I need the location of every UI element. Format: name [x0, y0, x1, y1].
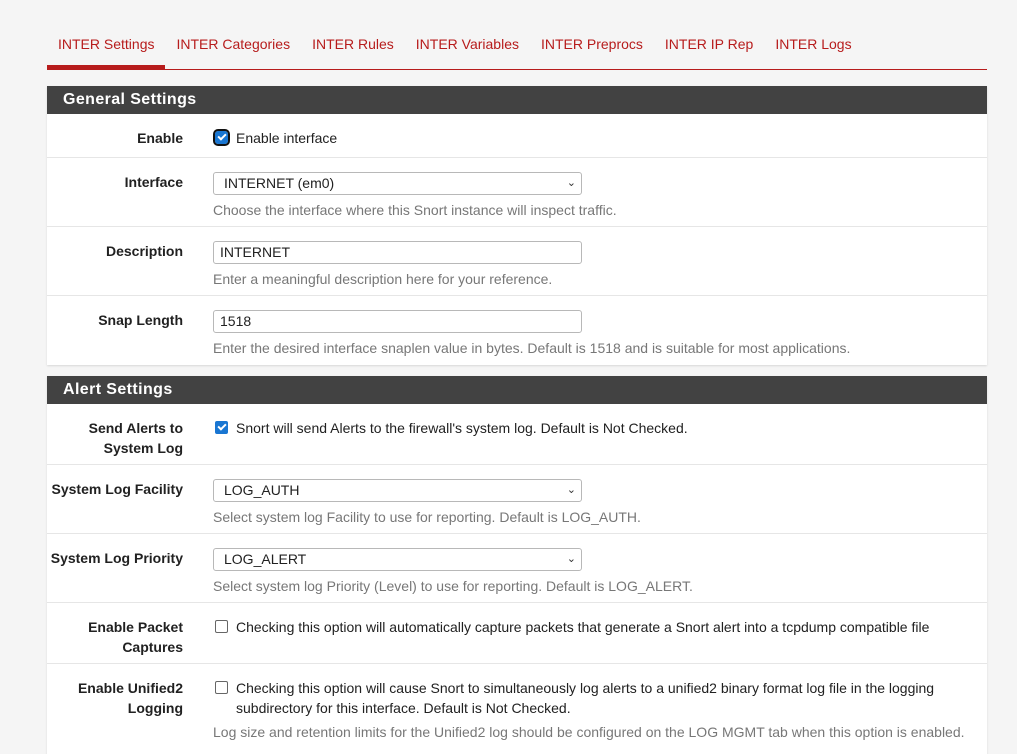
enable-interface-text: Enable interface: [236, 130, 338, 146]
snap-length-label: Snap Length: [98, 312, 183, 328]
tab-inter-settings[interactable]: INTER Settings: [47, 28, 166, 69]
interface-row: Interface INTERNET (em0) ⌄ Choose the in…: [47, 158, 987, 227]
unified2-text: Checking this option will cause Snort to…: [236, 680, 935, 716]
unified2-checkbox[interactable]: [215, 681, 228, 694]
interface-select[interactable]: INTERNET (em0) ⌄: [213, 172, 582, 195]
tab-inter-categories[interactable]: INTER Categories: [165, 28, 301, 69]
snap-length-help: Enter the desired interface snaplen valu…: [213, 340, 851, 356]
interface-select-value: INTERNET (em0): [224, 175, 335, 191]
chevron-down-icon: ⌄: [566, 553, 576, 565]
enable-label: Enable: [137, 130, 183, 146]
interface-help: Choose the interface where this Snort in…: [213, 202, 617, 218]
facility-select-value: LOG_AUTH: [224, 482, 300, 498]
snap-length-row: Snap Length 1518 Enter the desired inter…: [47, 296, 987, 365]
snap-length-input[interactable]: 1518: [213, 310, 582, 333]
tab-inter-ip-rep[interactable]: INTER IP Rep: [654, 28, 764, 69]
tab-inter-rules[interactable]: INTER Rules: [301, 28, 405, 69]
priority-select-value: LOG_ALERT: [224, 551, 307, 567]
packet-captures-checkbox[interactable]: [215, 620, 228, 633]
description-help: Enter a meaningful description here for …: [213, 271, 553, 287]
priority-label: System Log Priority: [50, 550, 183, 566]
general-settings-panel: General Settings Enable Enable interface…: [47, 86, 987, 365]
description-label: Description: [105, 243, 183, 259]
tab-inter-preprocs[interactable]: INTER Preprocs: [530, 28, 654, 69]
priority-select[interactable]: LOG_ALERT ⌄: [213, 548, 582, 571]
description-input[interactable]: INTERNET: [213, 241, 582, 264]
send-alerts-label: Send Alerts to System Log: [88, 420, 183, 456]
tab-bar: INTER Settings INTER Categories INTER Ru…: [47, 28, 987, 70]
alert-settings-heading: Alert Settings: [47, 376, 987, 404]
priority-help: Select system log Priority (Level) to us…: [213, 578, 693, 594]
facility-label: System Log Facility: [51, 481, 183, 497]
chevron-down-icon: ⌄: [566, 177, 576, 189]
unified2-help: Log size and retention limits for the Un…: [213, 724, 965, 740]
facility-help: Select system log Facility to use for re…: [213, 509, 641, 525]
description-row: Description INTERNET Enter a meaningful …: [47, 227, 987, 296]
general-settings-heading: General Settings: [47, 86, 987, 114]
enable-row: Enable Enable interface: [47, 114, 987, 158]
send-alerts-checkbox[interactable]: [215, 421, 228, 434]
unified2-row: Enable Unified2 Logging Checking this opt…: [47, 664, 987, 754]
facility-row: System Log Facility LOG_AUTH ⌄ Select sy…: [47, 465, 987, 534]
enable-interface-checkbox[interactable]: [213, 129, 230, 146]
chevron-down-icon: ⌄: [566, 484, 576, 496]
tab-inter-variables[interactable]: INTER Variables: [405, 28, 530, 69]
packet-captures-row: Enable Packet Captures Checking this opti…: [47, 603, 987, 664]
send-alerts-row: Send Alerts to System Log Snort will send…: [47, 404, 987, 465]
send-alerts-text: Snort will send Alerts to the firewall's…: [236, 420, 688, 436]
interface-label: Interface: [124, 174, 183, 190]
packet-captures-label: Enable Packet Captures: [88, 619, 183, 655]
unified2-label: Enable Unified2 Logging: [77, 680, 183, 716]
alert-settings-panel: Alert Settings Send Alerts to System Log …: [47, 376, 987, 754]
packet-captures-text: Checking this option will automatically …: [236, 619, 930, 635]
priority-row: System Log Priority LOG_ALERT ⌄ Select s…: [47, 534, 987, 603]
facility-select[interactable]: LOG_AUTH ⌄: [213, 479, 582, 502]
tab-inter-logs[interactable]: INTER Logs: [764, 28, 862, 69]
